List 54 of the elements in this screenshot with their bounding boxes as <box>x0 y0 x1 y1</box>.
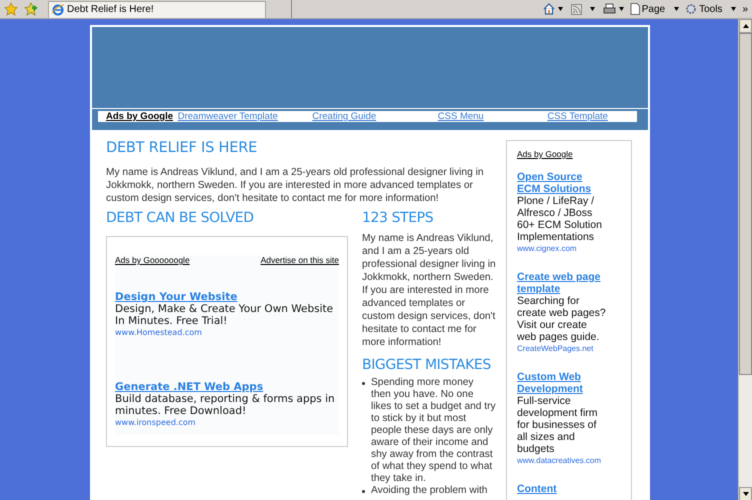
down-arrow-icon <box>742 492 748 496</box>
page-icon[interactable] <box>630 3 640 15</box>
ad-url[interactable]: www.cignex.com <box>517 244 577 253</box>
ads-label[interactable]: Ads by Google <box>106 111 178 122</box>
ad-title-link[interactable]: Design Your Website <box>115 291 238 303</box>
scroll-up-button[interactable] <box>739 19 752 33</box>
intro-paragraph: My name is Andreas Viklund, and I am a 25-years old professional designer living in Jokkmokk, northern Sweden. If you are interested in more advanced templates or custom design services, don't hesitate to contact me for more information! <box>106 166 485 205</box>
ad-url[interactable]: www.ironspeed.com <box>115 418 196 427</box>
up-arrow-icon <box>742 24 748 28</box>
home-icon[interactable] <box>542 3 555 15</box>
ad-title-link[interactable]: Custom Web Development <box>517 371 607 395</box>
ad-title-link[interactable]: Content <box>517 483 557 495</box>
ads-label[interactable]: Ads by Google <box>517 149 573 159</box>
caret-icon[interactable] <box>590 7 595 11</box>
ad-description: Full-service development firm for businesses of all sizes and budgets <box>517 395 599 455</box>
star-icon[interactable] <box>4 2 18 16</box>
ad-url[interactable]: www.datacreatives.com <box>517 456 602 465</box>
printer-icon[interactable] <box>602 3 616 15</box>
browser-logo-icon <box>52 4 64 16</box>
advertise-link[interactable]: Advertise on this site <box>260 255 339 265</box>
page-heading: DEBT RELIEF IS HERE <box>106 140 258 156</box>
section-heading: 123 STEPS <box>362 210 434 226</box>
section-heading: BIGGEST MISTAKES <box>362 357 491 373</box>
scroll-down-button[interactable] <box>739 487 752 500</box>
scrollbar-thumb[interactable] <box>739 33 752 375</box>
nav-link[interactable]: Creating Guide <box>312 111 376 122</box>
ad-description: Plone / LifeRay / Alfresco / JBoss 60+ ECM Solution Implementations <box>517 195 603 243</box>
page-menu[interactable]: Page <box>642 4 666 14</box>
caret-icon[interactable] <box>558 7 563 11</box>
ad-description: Build database, reporting & forms apps in minutes. Free Download! <box>115 393 336 417</box>
ads-label[interactable]: Ads by Goooooogle <box>115 255 190 265</box>
ad-title-link[interactable]: Create web page template <box>517 271 607 295</box>
nav-link[interactable]: Dreamweaver Template <box>178 111 278 122</box>
ad-url[interactable]: www.Homestead.com <box>115 328 202 337</box>
bullet-icon <box>362 490 365 493</box>
list-item-text: Spending more money then you have. No one likes to set a budget and try to stick by it but most people these days are only aware of their income and shy away from the contrast of what they spend to what they take in. <box>371 377 496 485</box>
caret-icon[interactable] <box>731 7 736 11</box>
caret-icon[interactable] <box>674 7 680 11</box>
ad-title-link[interactable]: Open Source ECM Solutions <box>517 171 607 195</box>
feed-icon[interactable] <box>570 4 582 14</box>
nav-link[interactable]: CSS Template <box>547 111 608 122</box>
body-paragraph: My name is Andreas Viklund, and I am a 25-years old professional designer living in Jokkmokk, northern Sweden. If you are interested in more advanced templates or custom design services, don't hesitate to contact me for more information! <box>362 232 496 349</box>
section-heading: DEBT CAN BE SOLVED <box>106 210 254 226</box>
browser-tab[interactable]: Debt Relief is Here! <box>48 0 266 18</box>
ad-description: Design, Make & Create Your Own Website In Minutes. Free Trial! <box>115 303 334 327</box>
list-item-text: Avoiding the problem with <box>371 485 488 497</box>
ad-url[interactable]: CreateWebPages.net <box>517 344 594 353</box>
tools-menu[interactable]: Tools <box>699 4 722 14</box>
caret-icon[interactable] <box>618 7 624 11</box>
ad-description: Searching for create web pages? Visit our create web pages guide. <box>517 295 607 343</box>
ad-title-link[interactable]: Generate .NET Web Apps <box>115 381 264 393</box>
bullet-icon <box>362 382 365 385</box>
nav-link[interactable]: CSS Menu <box>438 111 484 122</box>
more-tools-button[interactable]: » <box>742 4 748 14</box>
